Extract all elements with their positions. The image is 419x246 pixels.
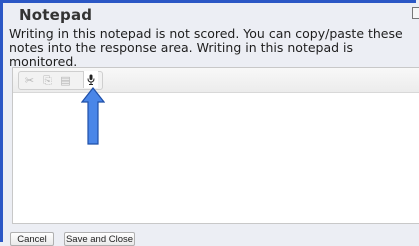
notepad-editor: ✂ ⎘ ▤ bbox=[12, 67, 419, 224]
cut-icon[interactable]: ✂ bbox=[20, 72, 39, 89]
notepad-notice: Writing in this notepad is not scored. Y… bbox=[9, 26, 403, 69]
copy-icon[interactable]: ⎘ bbox=[38, 72, 57, 89]
dialog-corner-icon[interactable] bbox=[412, 7, 419, 19]
dialog-title: Notepad bbox=[19, 6, 93, 24]
microphone-icon[interactable] bbox=[83, 71, 98, 88]
paste-icon[interactable]: ▤ bbox=[56, 72, 75, 89]
cancel-button[interactable]: Cancel bbox=[10, 232, 54, 246]
notepad-text-area[interactable] bbox=[13, 93, 419, 223]
notepad-dialog: Notepad Writing in this notepad is not s… bbox=[0, 0, 419, 246]
save-and-close-button[interactable]: Save and Close bbox=[64, 232, 135, 246]
up-arrow-annotation-icon bbox=[81, 87, 105, 145]
editor-toolbar: ✂ ⎘ ▤ bbox=[13, 68, 419, 93]
